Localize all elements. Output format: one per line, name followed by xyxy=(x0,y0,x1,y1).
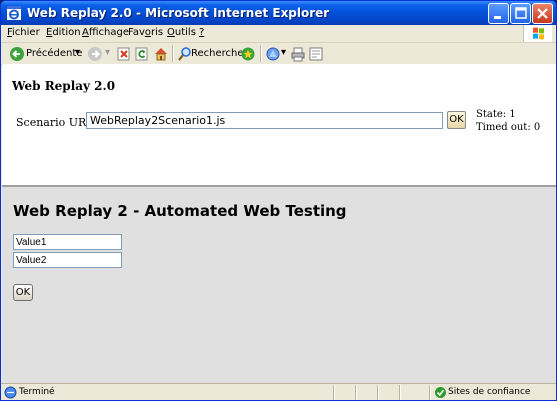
menu-fichier[interactable]: Fichier xyxy=(7,27,40,38)
security-zone-label: Sites de confiance xyxy=(448,387,531,397)
status-text: Terminé xyxy=(19,387,55,397)
state-value: State: 1 xyxy=(476,109,516,120)
back-dropdown-icon[interactable]: ▾ xyxy=(75,47,80,58)
toolbar-separator xyxy=(172,45,174,62)
browser-window: Web Replay 2.0 - Microsoft Internet Expl… xyxy=(0,0,557,401)
controller-frame: Web Replay 2.0 Scenario URL: OK State: 1… xyxy=(2,64,556,187)
menu-help[interactable]: ? xyxy=(199,27,204,38)
status-divider xyxy=(399,385,401,400)
state-panel: State: 1 Timed out: 0 xyxy=(476,108,540,134)
mail-dropdown-icon[interactable]: ▾ xyxy=(281,47,286,58)
scenario-ok-button[interactable]: OK xyxy=(447,111,466,129)
home-icon[interactable] xyxy=(153,46,169,62)
scenario-url-input[interactable] xyxy=(86,112,443,129)
forward-dropdown-icon[interactable]: ▾ xyxy=(105,47,110,58)
app-title: Web Replay 2.0 xyxy=(12,79,116,93)
value2-input[interactable] xyxy=(13,252,122,268)
menu-outils[interactable]: Outils xyxy=(167,27,196,38)
toolbar-separator xyxy=(260,45,262,62)
status-divider xyxy=(333,385,335,400)
windows-logo-icon xyxy=(523,25,552,42)
minimize-button[interactable] xyxy=(488,3,509,24)
mail-icon[interactable] xyxy=(265,46,281,62)
stop-icon[interactable] xyxy=(117,46,131,62)
timed-out-value: Timed out: 0 xyxy=(476,122,541,133)
edit-page-icon[interactable] xyxy=(308,46,324,62)
menu-bar: Fichier Edition Affichage Favoris Outils… xyxy=(1,25,556,43)
trusted-sites-check-icon xyxy=(434,386,447,400)
status-divider xyxy=(429,385,431,400)
page-ok-button[interactable]: OK xyxy=(13,284,33,301)
print-icon[interactable] xyxy=(290,46,306,62)
page-done-icon xyxy=(4,386,17,400)
test-page-frame: Web Replay 2 - Automated Web Testing OK xyxy=(2,187,556,383)
status-divider xyxy=(355,385,357,400)
back-button-label[interactable]: Précédente xyxy=(26,48,82,59)
value1-input[interactable] xyxy=(13,234,122,250)
toolbar: Précédente ▾ ▾ Rechercher ▾ xyxy=(1,43,556,65)
window-title: Web Replay 2.0 - Microsoft Internet Expl… xyxy=(27,6,330,20)
title-bar[interactable]: Web Replay 2.0 - Microsoft Internet Expl… xyxy=(1,1,556,25)
back-arrow-icon[interactable] xyxy=(9,46,25,62)
page-heading: Web Replay 2 - Automated Web Testing xyxy=(13,202,347,220)
menu-affichage[interactable]: Affichage xyxy=(82,27,129,38)
status-divider xyxy=(377,385,379,400)
menu-favoris[interactable]: Favoris xyxy=(128,27,163,38)
status-bar: Terminé Sites de confiance xyxy=(1,383,556,400)
forward-arrow-icon[interactable] xyxy=(87,46,103,62)
close-button[interactable] xyxy=(532,3,553,24)
refresh-icon[interactable] xyxy=(135,46,149,62)
favorites-star-icon[interactable] xyxy=(240,46,256,62)
menu-edition[interactable]: Edition xyxy=(46,27,81,38)
internet-explorer-icon xyxy=(6,5,22,21)
maximize-button[interactable] xyxy=(510,3,531,24)
